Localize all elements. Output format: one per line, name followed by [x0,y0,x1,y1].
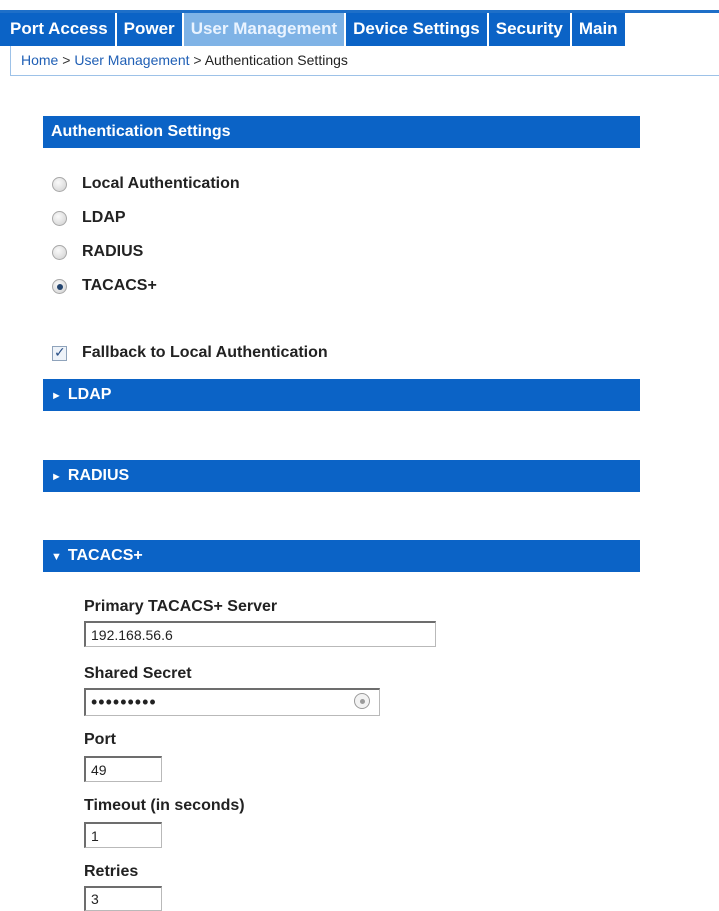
tab-security[interactable]: Security [488,13,572,46]
breadcrumb-separator: > [193,52,205,68]
radio-ldap[interactable]: LDAP [52,206,126,230]
fallback-checkbox[interactable]: ✓ [52,343,67,361]
port-label: Port [84,731,116,748]
timeout-input[interactable] [84,822,162,848]
tab-user-management[interactable]: User Management [183,13,347,46]
retries-label: Retries [84,863,139,880]
expand-arrow-icon: ► [51,471,62,483]
shared-secret-input[interactable] [84,688,380,716]
timeout-label: Timeout (in seconds) [84,797,245,814]
radius-section-header[interactable]: ► RADIUS [43,460,640,492]
radio-label: LDAP [82,209,126,226]
breadcrumb-home-link[interactable]: Home [21,52,58,68]
tab-maintenance[interactable]: Main [571,13,627,46]
reveal-password-icon[interactable] [354,693,370,709]
radio-local-authentication[interactable]: Local Authentication [52,172,240,196]
tab-device-settings[interactable]: Device Settings [346,13,489,46]
section-title: RADIUS [67,467,130,484]
tab-power[interactable]: Power [116,13,184,46]
section-title: Authentication Settings [51,123,231,140]
retries-input[interactable] [84,886,162,911]
expand-arrow-icon: ► [51,390,62,402]
tab-port-access[interactable]: Port Access [0,13,117,46]
ldap-section-header[interactable]: ► LDAP [43,379,640,411]
radio-radius[interactable]: RADIUS [52,240,143,264]
radio-label: TACACS+ [82,277,157,294]
breadcrumb-current: Authentication Settings [204,52,348,68]
radio-button[interactable] [52,176,67,192]
breadcrumb: Home > User Management > Authentication … [10,46,719,76]
top-nav: Port Access Power User Management Device… [0,10,719,46]
breadcrumb-separator: > [62,52,75,68]
checkmark-icon: ✓ [54,343,66,360]
radio-button[interactable] [52,244,67,260]
radio-button-selected[interactable] [52,278,67,294]
section-title: TACACS+ [67,547,143,564]
port-input[interactable] [84,756,162,782]
fallback-checkbox-row[interactable]: ✓ Fallback to Local Authentication [52,341,328,365]
radio-label: Local Authentication [82,175,240,192]
section-title: LDAP [67,386,112,403]
collapse-arrow-icon: ▼ [51,551,62,563]
radio-tacacs[interactable]: TACACS+ [52,274,157,298]
radio-button[interactable] [52,210,67,226]
shared-secret-label: Shared Secret [84,665,192,682]
breadcrumb-user-management-link[interactable]: User Management [74,52,189,68]
shared-secret-wrapper [84,688,380,716]
primary-server-label: Primary TACACS+ Server [84,598,278,615]
radio-label: RADIUS [82,243,144,260]
tacacs-section-header[interactable]: ▼ TACACS+ [43,540,640,572]
fallback-label: Fallback to Local Authentication [82,344,328,361]
authentication-settings-header: Authentication Settings [43,116,640,148]
primary-server-input[interactable] [84,621,436,647]
